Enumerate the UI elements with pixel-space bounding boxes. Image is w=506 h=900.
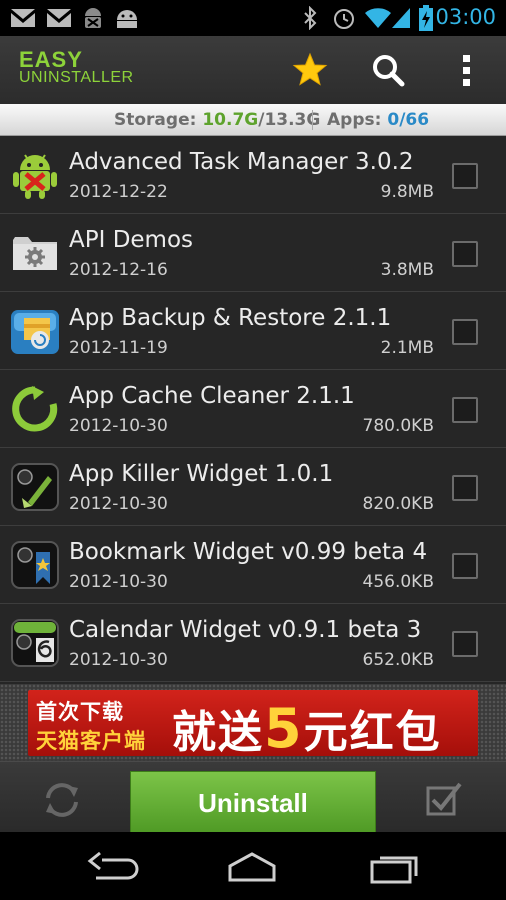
wifi-icon [365,8,391,28]
recent-apps-icon [370,856,418,884]
bottom-action-bar: Uninstall [0,761,506,833]
task-manager-icon [13,154,57,199]
battery-charging-icon [419,5,433,31]
apps-count: Apps: 0/66 [327,110,429,130]
calendar-widget-icon [11,619,59,667]
app-name: App Backup & Restore 2.1.1 [69,305,392,331]
info-divider [312,110,313,130]
alarm-icon [334,9,354,29]
back-button[interactable] [82,848,142,888]
app-size: 780.0KB [362,416,434,436]
app-row[interactable]: Calendar Widget v0.9.1 beta 3 2012-10-30… [0,604,506,682]
folder-gear-icon [13,237,57,270]
apps-selected: 0 [387,110,400,130]
back-icon [87,851,139,880]
app-select-checkbox[interactable] [452,397,478,423]
overflow-menu-icon [463,55,470,86]
select-all-icon [426,782,462,816]
app-date: 2012-12-16 [69,260,168,280]
app-date: 2012-12-22 [69,182,168,202]
app-size: 820.0KB [362,494,434,514]
ad-headline-post: 元红包 [303,707,442,758]
app-select-checkbox[interactable] [452,631,478,657]
app-name: App Killer Widget 1.0.1 [69,461,334,487]
android-icon [117,10,137,28]
app-select-checkbox[interactable] [452,553,478,579]
action-bar: EASY UNINSTALLER [0,36,506,104]
app-name: Advanced Task Manager 3.0.2 [69,149,414,175]
app-row[interactable]: App Killer Widget 1.0.1 2012-10-30 820.0… [0,448,506,526]
star-icon [292,52,328,86]
app-date: 2012-10-30 [69,494,168,514]
ad-line2: 天猫客户端 [36,729,146,753]
status-bar: 03:00 [0,0,506,36]
ad-content[interactable]: 首次下载 天猫客户端 就送5元红包 [28,690,478,760]
app-select-checkbox[interactable] [452,475,478,501]
app-size: 652.0KB [362,650,434,670]
storage-label: Storage: [114,110,203,130]
android-debug-icon [85,8,101,28]
app-select-checkbox[interactable] [452,241,478,267]
app-size: 2.1MB [380,338,434,358]
ad-headline-pre: 就送 [172,707,264,758]
screen: 03:00 EASY UNINSTALLER Storage: 10.7G/13… [0,0,506,900]
app-row[interactable]: API Demos 2012-12-16 3.8MB [0,214,506,292]
gmail-icon [47,9,71,27]
app-name: App Cache Cleaner 2.1.1 [69,383,355,409]
cache-cleaner-icon [12,386,58,432]
app-row[interactable]: App Cache Cleaner 2.1.1 2012-10-30 780.0… [0,370,506,448]
app-row[interactable]: Advanced Task Manager 3.0.2 2012-12-22 9… [0,136,506,214]
app-date: 2012-11-19 [69,338,168,358]
app-name: Calendar Widget v0.9.1 beta 3 [69,617,422,643]
app-size: 3.8MB [380,260,434,280]
app-name: API Demos [69,227,194,253]
storage-info-bar: Storage: 10.7G/13.3G Apps: 0/66 [0,104,506,136]
ad-banner[interactable]: 首次下载 天猫客户端 就送5元红包 [0,684,506,761]
ad-headline-number: 5 [264,697,304,760]
clock: 03:00 [435,5,496,29]
apps-total: /66 [399,110,430,130]
app-row[interactable]: Bookmark Widget v0.99 beta 4 2012-10-30 … [0,526,506,604]
storage-info: Storage: 10.7G/13.3G [114,110,320,130]
app-killer-icon [11,463,59,511]
apps-label: Apps: [327,110,388,130]
app-date: 2012-10-30 [69,572,168,592]
ad-line1: 首次下载 [36,700,124,724]
app-row[interactable]: App Backup & Restore 2.1.1 2012-11-19 2.… [0,292,506,370]
app-logo-subtitle: UNINSTALLER [19,69,134,86]
system-nav-bar [0,832,506,900]
app-select-checkbox[interactable] [452,319,478,345]
refresh-button[interactable] [40,778,84,822]
signal-icon [392,8,410,28]
app-size: 456.0KB [362,572,434,592]
overflow-menu-button[interactable] [443,46,491,94]
app-select-checkbox[interactable] [452,163,478,189]
home-icon [228,852,276,882]
ad-headline: 就送5元红包 [172,696,442,760]
app-date: 2012-10-30 [69,650,168,670]
search-icon [373,55,405,87]
home-button[interactable] [222,848,282,888]
search-button[interactable] [364,46,412,94]
select-all-button[interactable] [422,778,466,822]
bluetooth-icon [304,6,317,30]
gmail-icon [11,9,35,27]
uninstall-button[interactable]: Uninstall [130,771,376,833]
app-size: 9.8MB [380,182,434,202]
refresh-icon [46,783,78,817]
favorite-button[interactable] [286,46,334,94]
app-date: 2012-10-30 [69,416,168,436]
backup-restore-icon [11,310,59,354]
bookmark-widget-icon [11,541,59,589]
app-list[interactable]: Advanced Task Manager 3.0.2 2012-12-22 9… [0,136,506,684]
storage-used: 10.7G [202,110,259,130]
app-name: Bookmark Widget v0.99 beta 4 [69,539,428,565]
recent-apps-button[interactable] [366,848,426,888]
